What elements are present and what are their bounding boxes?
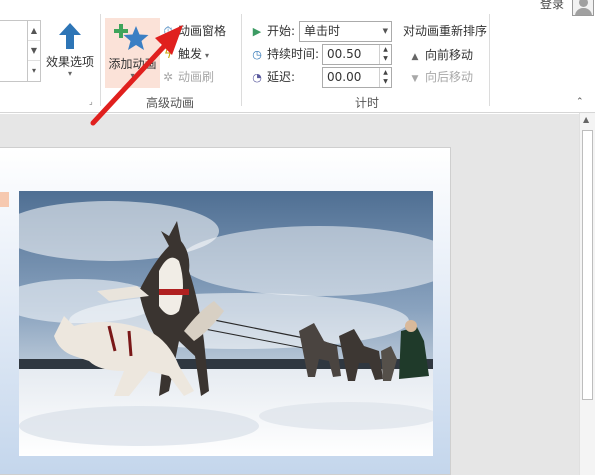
chevron-down-icon: ▾ [205, 51, 210, 60]
chevron-down-icon: ▼ [382, 27, 388, 35]
trigger-label: 触发 [178, 47, 203, 61]
duration-value: 00.50 [327, 47, 362, 61]
avatar[interactable] [572, 0, 594, 16]
sled-dog-photo[interactable] [19, 191, 433, 456]
scroll-thumb[interactable] [582, 130, 593, 400]
play-triangle-icon: ▶ [252, 25, 262, 38]
separator [100, 14, 101, 106]
duration-stepper[interactable]: 00.50 ▲ ▼ [322, 44, 392, 65]
triangle-down-icon: ▼ [411, 74, 419, 84]
separator [489, 14, 490, 106]
triangle-up-icon: ▲ [411, 52, 419, 62]
animation-gallery[interactable] [0, 20, 28, 82]
delay-label: ◔ 延迟: [249, 67, 295, 87]
move-later-label: 向后移动 [425, 70, 474, 84]
dialog-launcher-icon[interactable]: ⌟ [89, 97, 93, 106]
start-value: 单击时 [304, 24, 341, 38]
painter-icon: ✲ [162, 70, 174, 84]
gallery-more-icon[interactable]: ▾ [28, 61, 40, 81]
spin-down-icon[interactable]: ▼ [380, 77, 391, 86]
start-label: ▶ 开始: [249, 21, 295, 41]
reorder-title: 对动画重新排序 [403, 24, 488, 38]
clock-pane-icon: ⏱ [163, 24, 173, 38]
lightning-icon: ϟ [164, 47, 172, 61]
animation-pane-button[interactable]: ⏱ 动画窗格 [161, 22, 226, 40]
delay-icon: ◔ [252, 71, 262, 84]
advanced-animation-group-label: 高级动画 [146, 96, 195, 110]
delay-value: 00.00 [327, 70, 362, 84]
animation-painter-label: 动画刷 [178, 70, 215, 84]
delay-stepper[interactable]: 00.00 ▲ ▼ [322, 67, 392, 88]
animation-painter-button[interactable]: ✲ 动画刷 [161, 68, 214, 86]
move-later-button[interactable]: ▼ 向后移动 [408, 68, 473, 86]
chevron-down-icon: ▾ [67, 69, 72, 78]
ribbon: 登录 ▲ ▼ ▾ 效果选项 ▾ 添加动画 ▾ ⏱ 动画窗格 ϟ 触发 ▾ ✲ 动画刷 高… [0, 0, 595, 113]
spin-up-icon[interactable]: ▲ [380, 45, 391, 54]
move-earlier-label: 向前移动 [425, 48, 474, 62]
up-arrow-icon [59, 23, 81, 49]
add-animation-label: 添加动画 [108, 57, 157, 71]
clock-icon: ◷ [252, 48, 262, 61]
chevron-down-icon: ▾ [130, 71, 135, 80]
start-select[interactable]: 单击时 ▼ [299, 21, 392, 42]
collapse-ribbon-icon[interactable]: ⌃ [576, 97, 584, 107]
scroll-up-icon[interactable]: ▲ [583, 115, 589, 124]
gallery-up-icon[interactable]: ▲ [28, 21, 40, 41]
star-plus-icon [113, 24, 148, 50]
gallery-scroll[interactable]: ▲ ▼ ▾ [27, 20, 41, 82]
duration-label: ◷ 持续时间: [249, 44, 319, 64]
spin-down-icon[interactable]: ▼ [380, 54, 391, 63]
add-animation-button[interactable]: 添加动画 ▾ [105, 18, 160, 88]
spin-up-icon[interactable]: ▲ [380, 68, 391, 77]
vertical-scrollbar[interactable]: ▲ [579, 113, 595, 475]
gallery-down-icon[interactable]: ▼ [28, 41, 40, 61]
animation-tag[interactable] [0, 192, 9, 207]
timing-group-label: 计时 [355, 96, 380, 110]
trigger-button[interactable]: ϟ 触发 ▾ [161, 45, 209, 63]
effect-options-button[interactable]: 效果选项 ▾ [44, 22, 96, 79]
effect-options-label: 效果选项 [45, 55, 94, 69]
move-earlier-button[interactable]: ▲ 向前移动 [408, 46, 473, 64]
login-link[interactable]: 登录 [540, 0, 564, 12]
separator [241, 14, 242, 106]
animation-pane-label: 动画窗格 [178, 24, 227, 38]
